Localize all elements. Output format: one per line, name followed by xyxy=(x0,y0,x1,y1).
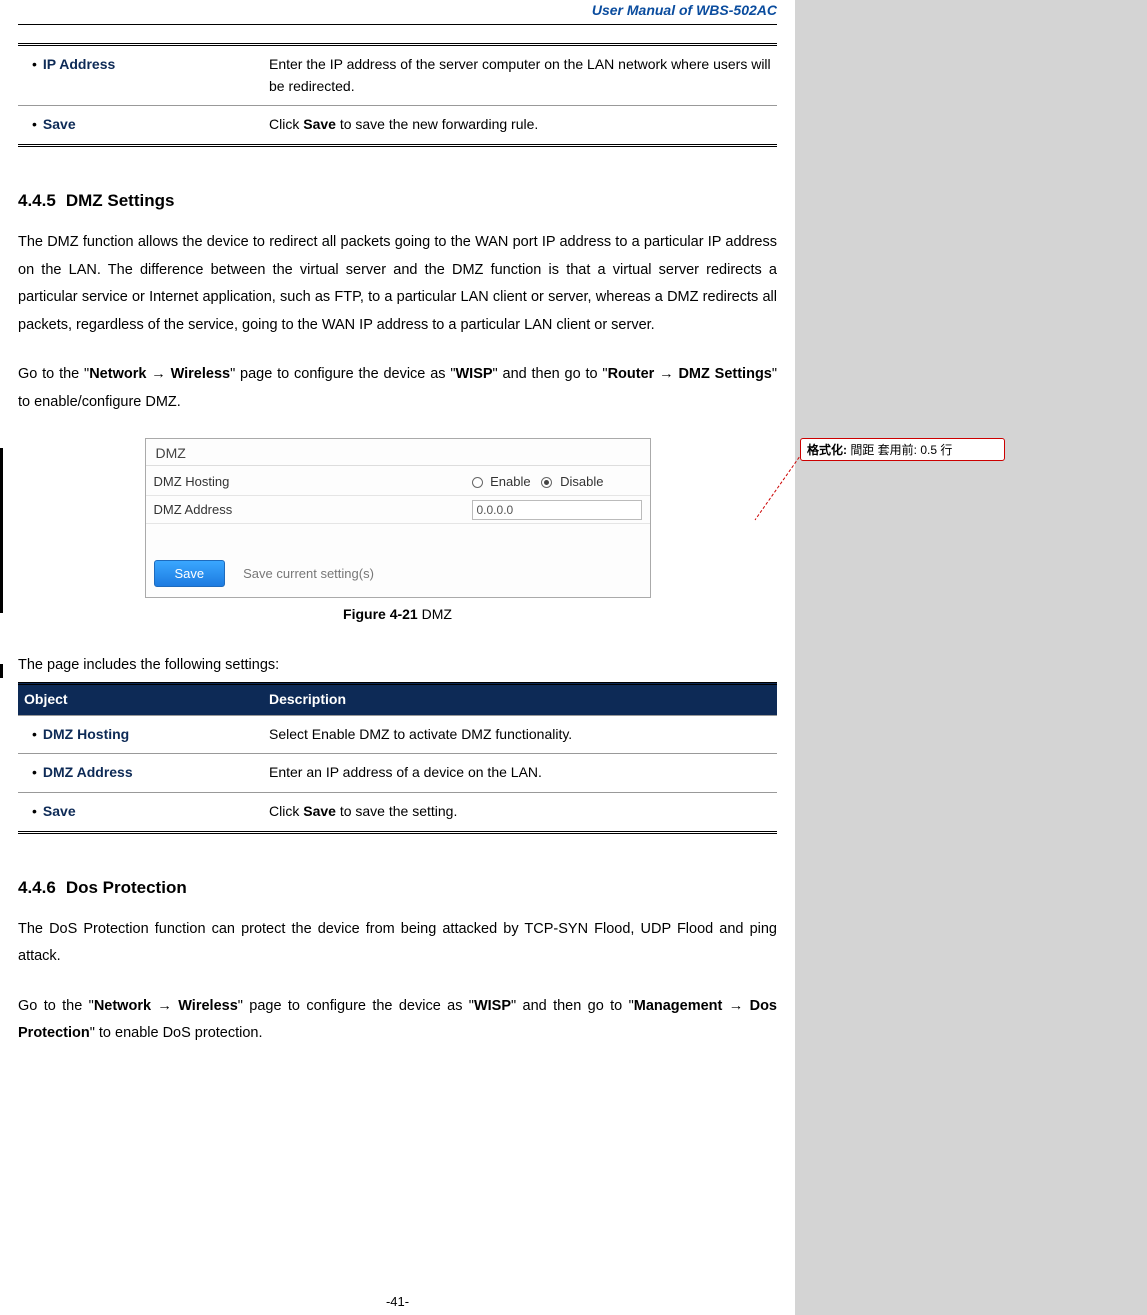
dmz-address-input[interactable] xyxy=(472,500,642,520)
para-446-nav: Go to the "Network → Wireless" page to c… xyxy=(18,993,777,1048)
row-object: DMZ Hosting xyxy=(24,726,129,742)
row-object: IP Address xyxy=(24,56,115,72)
format-comment[interactable]: 格式化: 間距 套用前: 0.5 行 xyxy=(800,438,1005,461)
para-446-intro: The DoS Protection function can protect … xyxy=(18,916,777,971)
dmz-save-button[interactable]: Save xyxy=(154,560,226,587)
table-row: Save Click Save to save the setting. xyxy=(18,792,777,832)
settings-table-dmz: Object Description DMZ Hosting Select En… xyxy=(18,682,777,834)
settings-intro: The page includes the following settings… xyxy=(18,652,777,680)
heading-446: 4.4.6Dos Protection xyxy=(18,878,777,898)
dmz-address-row: DMZ Address xyxy=(146,496,650,524)
row-desc: Select Enable DMZ to activate DMZ functi… xyxy=(263,715,777,754)
col-description: Description xyxy=(263,683,777,715)
change-bar xyxy=(0,448,3,613)
disable-radio-label: Disable xyxy=(560,474,603,489)
para-445-nav: Go to the "Network → Wireless" page to c… xyxy=(18,361,777,416)
figure-caption-421: Figure 4-21 DMZ xyxy=(18,606,777,622)
change-bar xyxy=(0,664,3,678)
row-desc: Enter the IP address of the server compu… xyxy=(263,45,777,106)
row-desc: Enter an IP address of a device on the L… xyxy=(263,754,777,793)
dmz-address-label: DMZ Address xyxy=(154,502,472,517)
enable-radio[interactable] xyxy=(472,477,483,488)
dmz-hosting-label: DMZ Hosting xyxy=(154,474,472,489)
page-number: -41- xyxy=(0,1294,795,1309)
row-object: Save xyxy=(24,116,76,132)
document-page: User Manual of WBS-502AC IP Address Ente… xyxy=(0,0,795,1315)
table-row: Save Click Save to save the new forwardi… xyxy=(18,106,777,146)
dmz-config-panel: DMZ DMZ Hosting Enable Disable DMZ Addre… xyxy=(145,438,651,598)
settings-table-forwarding: IP Address Enter the IP address of the s… xyxy=(18,43,777,147)
dmz-hosting-row: DMZ Hosting Enable Disable xyxy=(146,468,650,496)
para-445-intro: The DMZ function allows the device to re… xyxy=(18,229,777,339)
heading-445: 4.4.5DMZ Settings xyxy=(18,191,777,211)
disable-radio[interactable] xyxy=(541,477,552,488)
table-row: DMZ Hosting Select Enable DMZ to activat… xyxy=(18,715,777,754)
row-object: DMZ Address xyxy=(24,764,133,780)
document-header: User Manual of WBS-502AC xyxy=(18,0,777,25)
panel-title: DMZ xyxy=(146,439,650,466)
save-hint-text: Save current setting(s) xyxy=(243,566,374,581)
row-desc: Click Save to save the setting. xyxy=(263,792,777,832)
row-object: Save xyxy=(24,803,76,819)
col-object: Object xyxy=(18,683,263,715)
enable-radio-label: Enable xyxy=(490,474,530,489)
table-row: DMZ Address Enter an IP address of a dev… xyxy=(18,754,777,793)
table-row: IP Address Enter the IP address of the s… xyxy=(18,45,777,106)
reviewing-pane-bg xyxy=(795,0,1147,1315)
row-desc: Click Save to save the new forwarding ru… xyxy=(263,106,777,146)
